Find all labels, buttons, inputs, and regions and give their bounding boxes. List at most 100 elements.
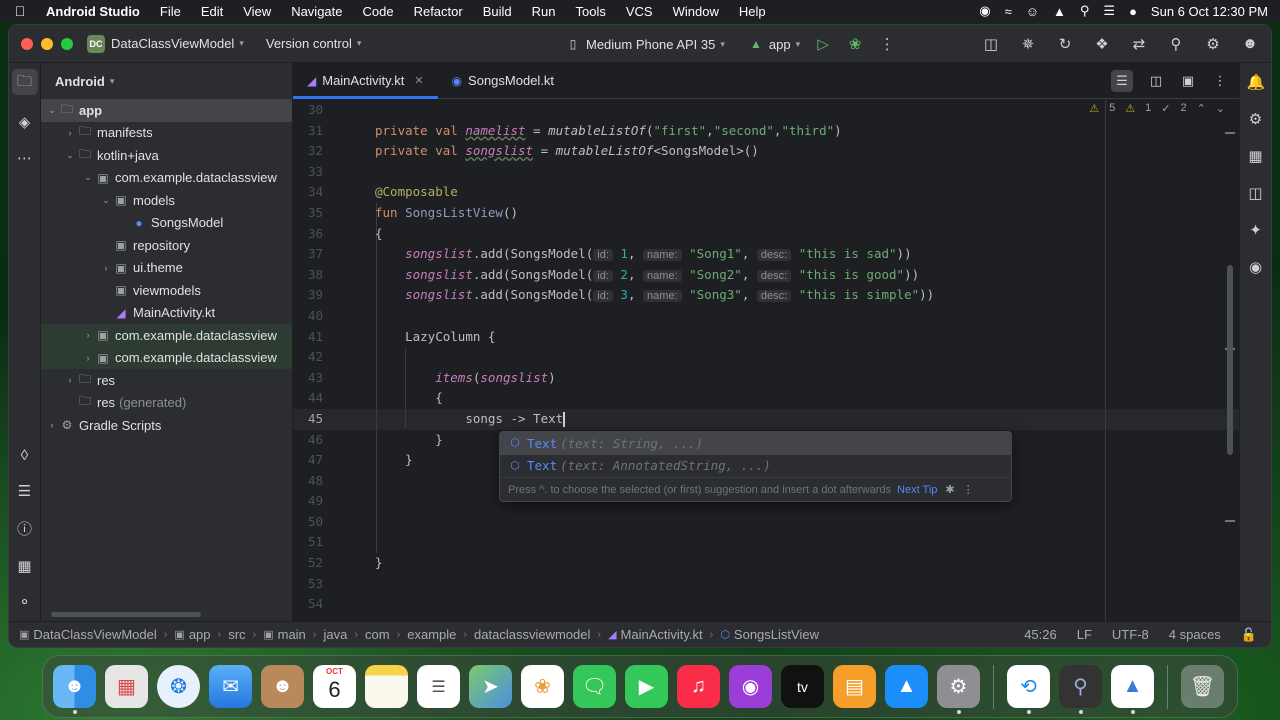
file-encoding[interactable]: UTF-8	[1112, 627, 1149, 642]
device-selector[interactable]: ▯ Medium Phone API 35 ▾	[564, 37, 725, 52]
completion-item[interactable]: ⬡ Text (text: String, ...)	[500, 432, 1011, 455]
sdk-manager-icon[interactable]: ❖	[1093, 35, 1111, 53]
device-explorer-icon[interactable]: ▦	[1247, 147, 1265, 165]
tree-item-package-test[interactable]: › ▣ com.example.dataclassview	[41, 324, 292, 347]
project-view-selector[interactable]: Android ▾	[41, 63, 292, 99]
completion-item[interactable]: ⬡ Text (text: AnnotatedString, ...)	[500, 455, 1011, 478]
sync-icon[interactable]: ↻	[1056, 35, 1074, 53]
debug-icon[interactable]: ❀	[846, 35, 864, 53]
menu-vcs[interactable]: VCS	[616, 4, 663, 19]
more-tools-icon[interactable]: ⋯	[16, 149, 34, 167]
messages-icon[interactable]: 🗨	[573, 665, 616, 708]
split-view-icon[interactable]: ◫	[1147, 73, 1165, 89]
menu-tools[interactable]: Tools	[566, 4, 616, 19]
menu-help[interactable]: Help	[729, 4, 776, 19]
gemini-icon[interactable]: ✦	[1247, 221, 1265, 239]
facetime-icon[interactable]: ▶	[625, 665, 668, 708]
more-vertical-icon[interactable]: ⋮	[1211, 73, 1229, 89]
expand-arrow-icon[interactable]: ⌄	[45, 105, 59, 116]
calendar-icon[interactable]: OCT 6	[313, 665, 356, 708]
more-actions-icon[interactable]: ⋮	[878, 35, 896, 53]
build-variants-icon[interactable]: ◊	[16, 447, 34, 464]
tree-item-kotlin-java[interactable]: ⌄ 🗀 kotlin+java	[41, 144, 292, 167]
menubar-clock[interactable]: Sun 6 Oct 12:30 PM	[1151, 4, 1268, 19]
launchpad-icon[interactable]: ▦	[105, 665, 148, 708]
tree-item-ui-theme[interactable]: › ▣ ui.theme	[41, 257, 292, 280]
menu-build[interactable]: Build	[473, 4, 522, 19]
reminders-icon[interactable]: ☰	[417, 665, 460, 708]
device-manager-icon[interactable]: ◫	[982, 35, 1000, 53]
app-inspection-icon[interactable]: ◉	[1247, 258, 1265, 276]
expand-arrow-icon[interactable]: ⌄	[99, 195, 113, 206]
menu-refactor[interactable]: Refactor	[404, 4, 473, 19]
more-vertical-icon[interactable]: ⋮	[963, 483, 974, 496]
finder-icon[interactable]: ☻	[53, 665, 96, 714]
terminal-icon[interactable]: ▦	[16, 557, 34, 575]
breadcrumb-item[interactable]: com	[365, 627, 390, 642]
inspection-widget[interactable]: ⚠ 5 ⚠ 1 ✓ 2 ⌃ ⌄	[1089, 102, 1225, 115]
zoom-window-button[interactable]	[61, 37, 73, 50]
airplay-icon[interactable]: ▲	[1053, 4, 1066, 19]
git-icon[interactable]: ⚬	[16, 593, 34, 611]
tree-item-gradle-scripts[interactable]: › ⚙ Gradle Scripts	[41, 414, 292, 437]
siri-icon[interactable]: ●	[1129, 4, 1137, 19]
menu-navigate[interactable]: Navigate	[281, 4, 352, 19]
next-problem-icon[interactable]: ⌄	[1216, 102, 1225, 115]
quicktime-icon[interactable]: ⚲	[1059, 665, 1102, 714]
mail-icon[interactable]: ✉	[209, 665, 252, 708]
breadcrumb-item[interactable]: java	[323, 627, 347, 642]
control-center-icon[interactable]: ☰	[1103, 3, 1115, 19]
previous-problem-icon[interactable]: ⌃	[1197, 102, 1206, 115]
problems-icon[interactable]: ⓘ	[16, 518, 34, 539]
breadcrumb-item[interactable]: MainActivity.kt	[621, 627, 703, 642]
line-separator[interactable]: LF	[1077, 627, 1092, 642]
tab-songsmodel[interactable]: ◉ SongsModel.kt	[438, 63, 568, 98]
breadcrumb-item[interactable]: dataclassviewmodel	[474, 627, 590, 642]
collapse-arrow-icon[interactable]: ›	[81, 353, 95, 363]
photos-icon[interactable]: ❀	[521, 665, 564, 708]
record-icon[interactable]: ◉	[979, 3, 990, 19]
project-folder-icon[interactable]: 🗀	[11, 69, 38, 95]
notifications-icon[interactable]: 🔔	[1247, 73, 1266, 91]
code-view-icon[interactable]: ☰	[1111, 70, 1133, 92]
tab-mainactivity[interactable]: ◢ MainActivity.kt ✕	[293, 63, 438, 99]
music-icon[interactable]: ♫	[677, 665, 720, 708]
translate-icon[interactable]: ✵	[1019, 35, 1037, 53]
tree-item-songsmodel[interactable]: ● SongsModel	[41, 212, 292, 235]
apple-menu-icon[interactable]: 	[0, 3, 40, 19]
editor-vertical-scrollbar[interactable]	[1227, 265, 1233, 455]
resource-manager-icon[interactable]: ◈	[16, 113, 34, 131]
collapse-arrow-icon[interactable]: ›	[63, 128, 77, 138]
collapse-arrow-icon[interactable]: ›	[45, 420, 59, 430]
contacts-icon[interactable]: ☻	[261, 665, 304, 708]
settings-gear-icon[interactable]: ⚙	[1204, 35, 1222, 53]
breadcrumb-item[interactable]: DataClassViewModel	[33, 627, 156, 642]
breadcrumb-item[interactable]: main	[278, 627, 306, 642]
tree-item-mainactivity[interactable]: ◢ MainActivity.kt	[41, 302, 292, 325]
tv-icon[interactable]: tv	[781, 665, 824, 708]
project-switcher[interactable]: DC DataClassViewModel ▾	[87, 34, 244, 53]
books-icon[interactable]: ▤	[833, 665, 876, 708]
indent-setting[interactable]: 4 spaces	[1169, 627, 1221, 642]
safari-icon[interactable]: ❂	[157, 665, 200, 708]
logcat-icon[interactable]: ☰	[16, 482, 34, 500]
code-area[interactable]: 30 31 32 33 34 35 36 37 38 39 40 41 42 4…	[293, 100, 1239, 621]
podcasts-icon[interactable]: ◉	[729, 665, 772, 708]
edge-icon[interactable]: ⟲	[1007, 665, 1050, 714]
expand-arrow-icon[interactable]: ⌄	[63, 150, 77, 161]
tree-item-package-androidtest[interactable]: › ▣ com.example.dataclassview	[41, 346, 292, 369]
menu-view[interactable]: View	[233, 4, 281, 19]
breadcrumb-item[interactable]: app	[189, 627, 211, 642]
menu-window[interactable]: Window	[663, 4, 729, 19]
gradle-icon[interactable]: ⚙	[1247, 110, 1265, 128]
close-window-button[interactable]	[21, 37, 33, 50]
caret-position[interactable]: 45:26	[1024, 627, 1057, 642]
search-icon[interactable]: ⚲	[1167, 35, 1185, 53]
notes-icon[interactable]	[365, 665, 408, 708]
account-icon[interactable]: ☻	[1241, 35, 1259, 52]
menu-app-name[interactable]: Android Studio	[40, 4, 150, 19]
run-icon[interactable]: ▷	[814, 35, 832, 53]
menu-run[interactable]: Run	[522, 4, 566, 19]
system-settings-icon[interactable]: ⚙	[937, 665, 980, 714]
wifi-icon[interactable]: ≈	[1005, 4, 1012, 19]
